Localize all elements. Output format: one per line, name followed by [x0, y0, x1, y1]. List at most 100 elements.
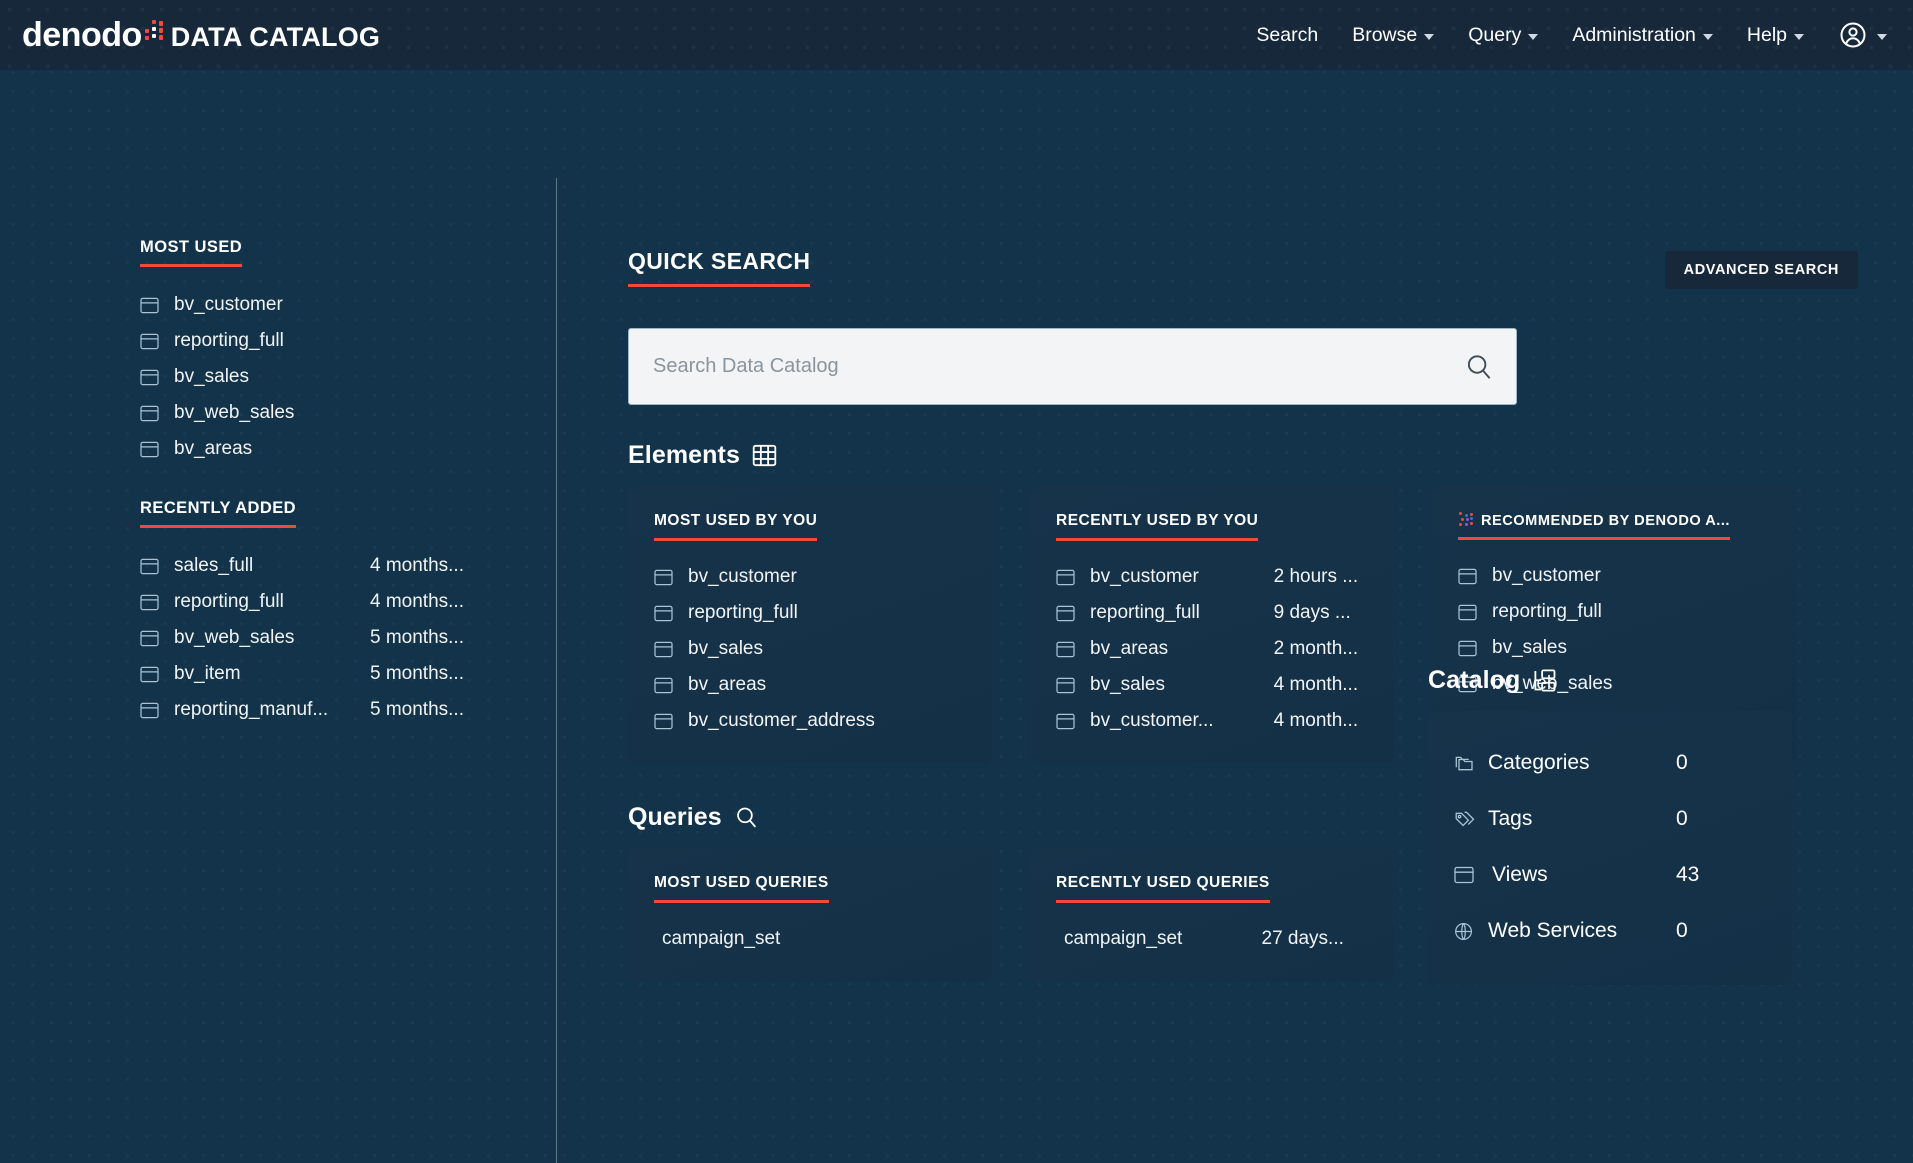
list-item-time: 5 months... — [370, 699, 482, 721]
list-item[interactable]: bv_areas — [654, 667, 966, 703]
list-item[interactable]: bv_customer 2 hours ... — [1056, 559, 1368, 595]
card-title: MOST USED QUERIES — [654, 874, 829, 903]
list-item[interactable]: bv_areas 2 month... — [1056, 631, 1368, 667]
sidebar-section-recently-added: RECENTLY ADDED sales_full 4 months... — [140, 499, 540, 728]
list-item-label: bv_item — [174, 663, 370, 685]
catalog-row-views[interactable]: Views 43 — [1454, 847, 1766, 903]
product-title: DATA CATALOG — [171, 22, 380, 53]
view-icon — [1056, 641, 1090, 658]
card-title: MOST USED BY YOU — [654, 512, 817, 541]
list-item-label: reporting_full — [688, 602, 902, 624]
brand-name: denodo — [22, 16, 142, 55]
list-item-label: reporting_full — [174, 591, 370, 613]
card-title-label: RECENTLY USED BY YOU — [1056, 512, 1258, 530]
view-icon — [654, 677, 688, 694]
list-item-label: bv_sales — [1090, 674, 1274, 696]
list-item[interactable]: bv_web_sales — [140, 395, 540, 431]
list-item[interactable]: bv_customer... 4 month... — [1056, 703, 1368, 739]
list-item[interactable]: reporting_full — [140, 323, 540, 359]
nav-label-search: Search — [1256, 24, 1318, 47]
catalog-heading: Catalog — [1428, 666, 1792, 695]
list-item-time: 4 months... — [370, 555, 482, 577]
view-icon — [1454, 866, 1488, 884]
list-item-label: bv_web_sales — [174, 402, 370, 424]
card-list: campaign_set 27 days... — [1056, 921, 1368, 957]
main-nav: Search Browse Query Administration Help — [1256, 20, 1887, 50]
list-item[interactable]: reporting_full 9 days ... — [1056, 595, 1368, 631]
nav-item-help[interactable]: Help — [1747, 24, 1804, 47]
sidebar-most-used-list: bv_customer reporting_full — [140, 287, 540, 467]
column-divider — [556, 178, 557, 1163]
list-item[interactable]: campaign_set — [654, 921, 966, 957]
search-box[interactable] — [628, 328, 1517, 405]
catalog-row-label: Web Services — [1488, 919, 1617, 943]
grid-table-icon — [752, 443, 777, 468]
list-item[interactable]: bv_item 5 months... — [140, 656, 540, 692]
nav-label-browse: Browse — [1352, 24, 1417, 47]
list-item-label: bv_sales — [688, 638, 902, 660]
view-icon — [654, 713, 688, 730]
list-item-label: bv_areas — [1090, 638, 1274, 660]
denodo-dots-logo-icon — [143, 20, 169, 46]
search-input[interactable] — [653, 355, 1464, 378]
catalog-card: Categories 0 Tags 0 — [1428, 711, 1792, 985]
nav-item-query[interactable]: Query — [1468, 24, 1538, 47]
quick-search-title: QUICK SEARCH — [628, 248, 810, 287]
catalog-row-categories[interactable]: Categories 0 — [1454, 735, 1766, 791]
nav-item-account[interactable] — [1838, 20, 1887, 50]
list-item[interactable]: bv_customer_address — [654, 703, 966, 739]
nav-label-administration: Administration — [1572, 24, 1696, 47]
list-item-time: 4 month... — [1274, 674, 1368, 696]
list-item[interactable]: reporting_full 4 months... — [140, 584, 540, 620]
catalog-row-tags[interactable]: Tags 0 — [1454, 791, 1766, 847]
sidebar-section-most-used: MOST USED bv_customer — [140, 238, 540, 467]
list-item[interactable]: bv_customer — [654, 559, 966, 595]
sidebar-most-used-title: MOST USED — [140, 238, 242, 267]
list-item[interactable]: bv_sales — [140, 359, 540, 395]
list-item-label: reporting_full — [1090, 602, 1274, 624]
list-item-label: reporting_full — [174, 330, 370, 352]
list-item-label: bv_sales — [174, 366, 370, 388]
nav-item-administration[interactable]: Administration — [1572, 24, 1713, 47]
view-icon — [1056, 713, 1090, 730]
nav-item-browse[interactable]: Browse — [1352, 24, 1434, 47]
view-icon — [1056, 569, 1090, 586]
view-icon — [1056, 605, 1090, 622]
list-item-time: 4 month... — [1274, 710, 1368, 732]
list-item[interactable]: bv_customer — [140, 287, 540, 323]
catalog-row-value: 43 — [1676, 863, 1766, 887]
catalog-row-label: Views — [1488, 863, 1548, 887]
view-icon — [140, 594, 174, 611]
nav-label-help: Help — [1747, 24, 1787, 47]
list-item[interactable]: reporting_manuf... 5 months... — [140, 692, 540, 728]
queries-heading-label: Queries — [628, 803, 722, 832]
list-item[interactable]: bv_sales — [654, 631, 966, 667]
nav-item-search[interactable]: Search — [1256, 24, 1318, 47]
view-icon — [140, 369, 174, 386]
page-content: MOST USED bv_customer — [0, 70, 1913, 1163]
user-account-icon — [1838, 20, 1868, 50]
list-item[interactable]: reporting_full — [654, 595, 966, 631]
card-title-label: RECENTLY USED QUERIES — [1056, 874, 1270, 892]
list-item-time: 2 hours ... — [1274, 566, 1368, 588]
list-item-label: campaign_set — [1056, 928, 1262, 950]
view-icon — [140, 702, 174, 719]
list-item[interactable]: bv_areas — [140, 431, 540, 467]
card-list: bv_customer reporting_full — [654, 559, 966, 739]
list-item-time: 5 months... — [370, 627, 482, 649]
brand-logo[interactable]: denodo DATA CATALOG — [22, 16, 380, 55]
card-title-label: MOST USED QUERIES — [654, 874, 829, 892]
catalog-row-value: 0 — [1676, 919, 1766, 943]
list-item-label: bv_customer — [688, 566, 902, 588]
list-item[interactable]: bv_web_sales 5 months... — [140, 620, 540, 656]
view-icon — [140, 297, 174, 314]
list-item[interactable]: campaign_set 27 days... — [1056, 921, 1368, 957]
chevron-down-icon — [1877, 34, 1887, 40]
list-item[interactable]: bv_sales 4 month... — [1056, 667, 1368, 703]
list-item[interactable]: sales_full 4 months... — [140, 548, 540, 584]
card-most-used-queries: MOST USED QUERIES campaign_set — [628, 848, 992, 981]
catalog-row-web-services[interactable]: Web Services 0 — [1454, 903, 1766, 959]
card-most-used-by-you: MOST USED BY YOU bv_customer — [628, 486, 992, 763]
tag-icon — [1454, 809, 1488, 829]
catalog-row-value: 0 — [1676, 807, 1766, 831]
